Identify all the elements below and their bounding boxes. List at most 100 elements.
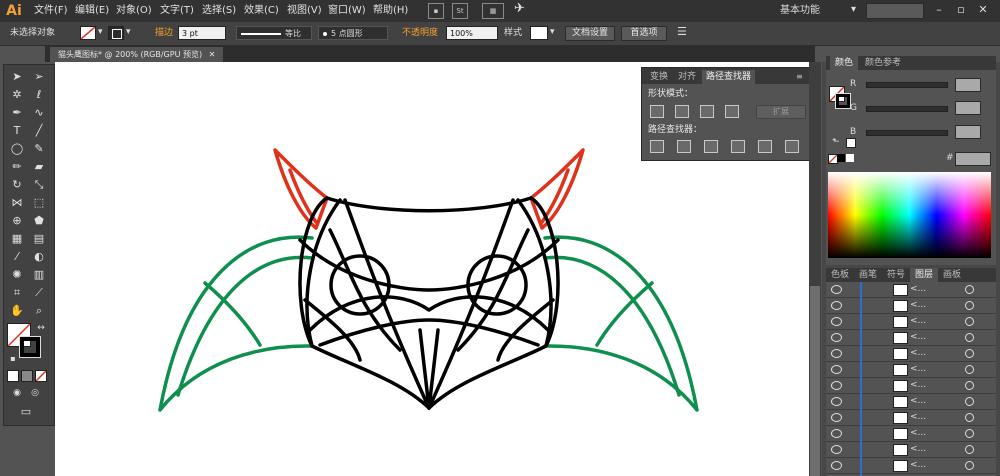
style-dropdown-icon[interactable]: ▾ (550, 26, 555, 39)
perspective-grid-tool-icon[interactable]: ▦ (8, 230, 26, 247)
visibility-eye-icon[interactable] (831, 429, 842, 438)
eraser-tool-icon[interactable]: ▰ (30, 158, 48, 175)
visibility-eye-icon[interactable] (831, 397, 842, 406)
symbol-sprayer-tool-icon[interactable]: ✺ (8, 266, 26, 283)
target-icon[interactable] (965, 301, 974, 310)
preferences-button[interactable]: 首选项 (621, 26, 667, 41)
minimize-icon[interactable]: – (930, 2, 948, 18)
layer-row[interactable]: <... (826, 330, 996, 346)
crop-icon[interactable] (731, 140, 745, 153)
lasso-tool-icon[interactable]: ℓ (30, 86, 48, 103)
stroke-label[interactable]: 描边 (155, 27, 173, 40)
g-slider[interactable] (866, 106, 948, 112)
visibility-eye-icon[interactable] (831, 285, 842, 294)
opacity-field[interactable]: 100% (446, 26, 498, 40)
hex-value-field[interactable] (955, 152, 991, 166)
blend-tool-icon[interactable]: ◐ (30, 248, 48, 265)
search-field[interactable] (866, 3, 924, 19)
target-icon[interactable] (965, 365, 974, 374)
pen-tool-icon[interactable]: ✒ (8, 104, 26, 121)
g-value-field[interactable] (955, 101, 981, 115)
layer-row[interactable]: <... (826, 282, 996, 298)
menu-edit[interactable]: 编辑(E) (75, 4, 109, 18)
tab-color-guide[interactable]: 颜色参考 (860, 56, 906, 70)
screen-mode-icon[interactable]: ▭ (17, 403, 35, 420)
stroke-color-swatch[interactable] (19, 336, 41, 358)
target-icon[interactable] (965, 285, 974, 294)
white-swatch[interactable] (846, 154, 854, 162)
opacity-label[interactable]: 不透明度 (402, 27, 438, 40)
visibility-eye-icon[interactable] (831, 461, 842, 470)
close-tab-icon[interactable]: ✕ (209, 50, 216, 59)
brush-definition[interactable]: 5 点圆形 (318, 26, 388, 40)
visibility-eye-icon[interactable] (831, 365, 842, 374)
stroke-weight-field[interactable]: 3 pt (178, 26, 226, 40)
default-colors-icon[interactable]: ▪ (4, 350, 22, 367)
b-slider[interactable] (866, 130, 948, 136)
type-tool-icon[interactable]: T (8, 122, 26, 139)
color-stroke-swatch[interactable] (835, 93, 851, 109)
color-mode-icon[interactable] (7, 370, 19, 382)
menu-view[interactable]: 视图(V) (287, 4, 322, 18)
menu-window[interactable]: 窗口(W) (328, 4, 366, 18)
target-icon[interactable] (965, 349, 974, 358)
menu-file[interactable]: 文件(F) (34, 4, 68, 18)
slice-tool-icon[interactable]: ⟋ (30, 284, 48, 301)
b-value-field[interactable] (955, 125, 981, 139)
target-icon[interactable] (965, 429, 974, 438)
unite-icon[interactable] (650, 105, 664, 118)
stock-button[interactable]: St (452, 3, 468, 19)
scrollbar-thumb[interactable] (810, 286, 820, 476)
shape-builder-tool-icon[interactable]: ⊕ (8, 212, 26, 229)
tab-artboards[interactable]: 画板 (938, 268, 966, 282)
swap-colors-icon[interactable]: ↔ (32, 320, 50, 337)
merge-icon[interactable] (704, 140, 718, 153)
pencil-tool-icon[interactable]: ✏ (8, 158, 26, 175)
bridge-icon[interactable]: ▪ (428, 3, 444, 19)
menu-effect[interactable]: 效果(C) (244, 4, 279, 18)
layer-row[interactable]: <... (826, 458, 996, 474)
layer-row[interactable]: <... (826, 378, 996, 394)
layer-row[interactable]: <... (826, 346, 996, 362)
line-tool-icon[interactable]: ╱ (30, 122, 48, 139)
layer-row[interactable]: <... (826, 394, 996, 410)
target-icon[interactable] (965, 397, 974, 406)
zoom-tool-icon[interactable]: ⌕ (30, 302, 48, 319)
tab-swatches[interactable]: 色板 (826, 268, 854, 282)
direct-selection-tool-icon[interactable]: ➢ (30, 68, 48, 85)
menu-help[interactable]: 帮助(H) (373, 4, 408, 18)
tab-transform[interactable]: 变换 (646, 70, 672, 84)
head-paths[interactable] (298, 196, 560, 410)
wing-paths[interactable] (158, 235, 699, 412)
variable-width-profile[interactable]: 等比 (236, 26, 312, 40)
layer-row[interactable]: <... (826, 314, 996, 330)
free-transform-tool-icon[interactable]: ⬚ (30, 194, 48, 211)
visibility-eye-icon[interactable] (831, 381, 842, 390)
target-icon[interactable] (965, 333, 974, 342)
out-of-gamut-icon[interactable]: ⬑ (832, 136, 840, 148)
column-graph-tool-icon[interactable]: ▥ (30, 266, 48, 283)
draw-mode-icon[interactable]: ◉ (8, 385, 26, 402)
exclude-icon[interactable] (725, 105, 739, 118)
target-icon[interactable] (965, 317, 974, 326)
r-slider[interactable] (866, 82, 948, 88)
visibility-eye-icon[interactable] (831, 333, 842, 342)
none-mode-icon[interactable] (35, 370, 47, 382)
curvature-tool-icon[interactable]: ∿ (30, 104, 48, 121)
menu-object[interactable]: 对象(O) (116, 4, 152, 18)
scale-tool-icon[interactable]: ⤡ (30, 176, 48, 193)
minus-back-icon[interactable] (785, 140, 799, 153)
minus-front-icon[interactable] (675, 105, 689, 118)
visibility-eye-icon[interactable] (831, 349, 842, 358)
fill-swatch[interactable] (80, 26, 96, 40)
selection-tool-icon[interactable]: ➤ (8, 68, 26, 85)
r-value-field[interactable] (955, 78, 981, 92)
visibility-eye-icon[interactable] (831, 301, 842, 310)
maximize-icon[interactable]: ▫ (952, 2, 970, 18)
layer-row[interactable]: <... (826, 298, 996, 314)
trim-icon[interactable] (677, 140, 691, 153)
layer-row[interactable]: <... (826, 442, 996, 458)
gradient-mode-icon[interactable] (21, 370, 33, 382)
panel-menu-icon[interactable]: ≡ (792, 70, 807, 84)
visibility-eye-icon[interactable] (831, 317, 842, 326)
